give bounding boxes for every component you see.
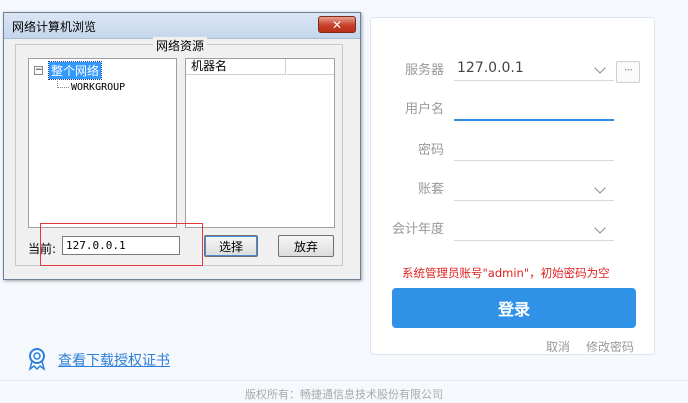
footer-divider — [0, 380, 688, 381]
dialog-title: 网络计算机浏览 — [12, 20, 97, 34]
password-label: 密码 — [417, 143, 444, 158]
username-label: 用户名 — [404, 102, 444, 117]
fiscal-year-label: 会计年度 — [391, 222, 444, 237]
server-underline — [454, 80, 614, 81]
list-header-filler — [287, 59, 334, 75]
account-label: 账套 — [417, 182, 444, 197]
server-label: 服务器 — [404, 63, 444, 78]
admin-hint: 系统管理员账号"admin"，初始密码为空 — [402, 266, 610, 280]
highlight-current-input — [40, 223, 203, 266]
select-button[interactable]: 选择 — [204, 235, 258, 257]
view-certificate-link[interactable]: 查看下载授权证书 — [58, 350, 170, 370]
tree-connector — [57, 78, 69, 88]
certificate-icon[interactable] — [24, 345, 50, 371]
copyright-text: 版权所有：畅捷通信息技术股份有限公司 — [245, 388, 443, 401]
close-icon: ✕ — [331, 17, 343, 32]
network-tree[interactable]: − 整个网络 WORKGROUP — [28, 58, 177, 228]
tree-item-entire-network[interactable]: 整个网络 — [47, 61, 103, 80]
machine-name-column-header[interactable]: 机器名 — [186, 59, 286, 75]
tree-item-workgroup[interactable]: WORKGROUP — [71, 82, 125, 93]
change-password-link[interactable]: 修改密码 — [586, 338, 634, 355]
machine-list[interactable]: 机器名 — [185, 58, 335, 228]
network-resources-label: 网络资源 — [153, 37, 208, 54]
dialog-titlebar[interactable]: 网络计算机浏览 ✕ — [4, 13, 360, 39]
collapse-icon[interactable]: − — [34, 66, 43, 75]
login-button[interactable]: 登录 — [392, 288, 636, 328]
account-select[interactable] — [454, 200, 614, 201]
abandon-button[interactable]: 放弃 — [278, 235, 334, 257]
close-button[interactable]: ✕ — [318, 16, 356, 33]
password-input[interactable] — [454, 160, 614, 161]
more-options-button[interactable]: ··· — [616, 61, 640, 83]
cancel-link[interactable]: 取消 — [546, 338, 570, 355]
username-input[interactable] — [454, 119, 614, 121]
fiscal-year-select[interactable] — [454, 240, 614, 241]
server-select[interactable]: 127.0.0.1 — [457, 60, 524, 76]
